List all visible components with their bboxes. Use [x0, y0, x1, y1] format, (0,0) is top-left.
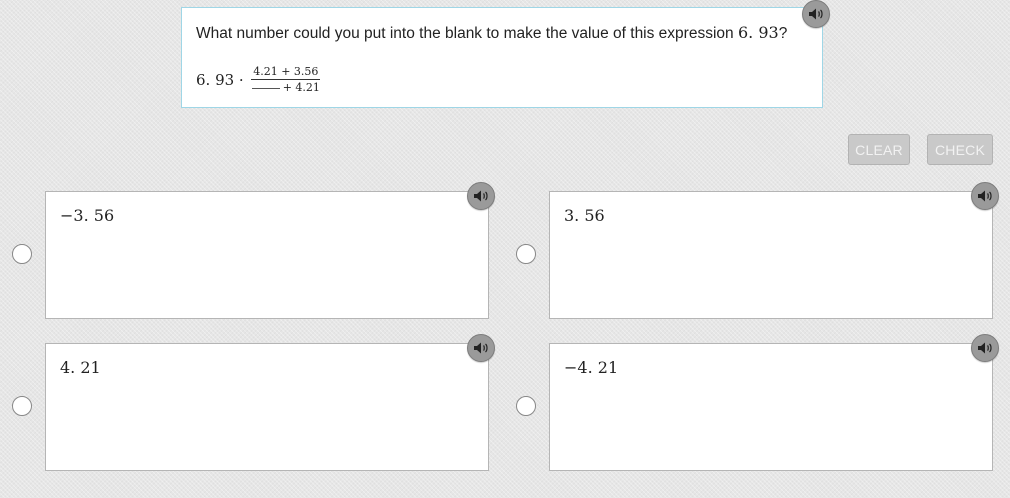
option-4-audio-button[interactable] [971, 334, 999, 362]
speaker-icon [809, 8, 823, 20]
question-audio-button[interactable] [802, 0, 830, 28]
clear-button[interactable]: CLEAR [848, 134, 910, 165]
option-1-audio-button[interactable] [467, 182, 495, 210]
option-2-card[interactable]: 3. 56 [549, 191, 993, 319]
speaker-icon [978, 342, 992, 354]
fraction-denominator: + 4.21 [250, 80, 322, 94]
math-expression: 6. 93 · 4.21 + 3.56 + 4.21 [196, 65, 322, 94]
expression-fraction: 4.21 + 3.56 + 4.21 [250, 65, 322, 94]
option-2-audio-button[interactable] [971, 182, 999, 210]
option-1-radio[interactable] [12, 244, 32, 264]
question-prompt: What number could you put into the blank… [196, 23, 787, 43]
option-3-card[interactable]: 4. 21 [45, 343, 489, 471]
option-2-radio[interactable] [516, 244, 536, 264]
check-button[interactable]: CHECK [927, 134, 993, 165]
option-3-audio-button[interactable] [467, 334, 495, 362]
option-2-text: 3. 56 [564, 206, 605, 225]
option-1-card[interactable]: −3. 56 [45, 191, 489, 319]
question-suffix: ? [778, 25, 788, 42]
question-text: What number could you put into the blank… [196, 25, 734, 42]
option-3-text: 4. 21 [60, 358, 101, 377]
option-4-text: −4. 21 [564, 358, 619, 377]
speaker-icon [474, 190, 488, 202]
speaker-icon [474, 342, 488, 354]
option-4-radio[interactable] [516, 396, 536, 416]
expression-lead: 6. 93 · [196, 70, 244, 89]
question-panel: What number could you put into the blank… [181, 7, 823, 108]
option-1-text: −3. 56 [60, 206, 115, 225]
denominator-rest: + 4.21 [282, 81, 320, 94]
speaker-icon [978, 190, 992, 202]
option-4-card[interactable]: −4. 21 [549, 343, 993, 471]
answer-blank [251, 88, 280, 89]
fraction-numerator: 4.21 + 3.56 [251, 65, 321, 80]
option-3-radio[interactable] [12, 396, 32, 416]
question-target-value: 6. 93 [737, 23, 779, 42]
